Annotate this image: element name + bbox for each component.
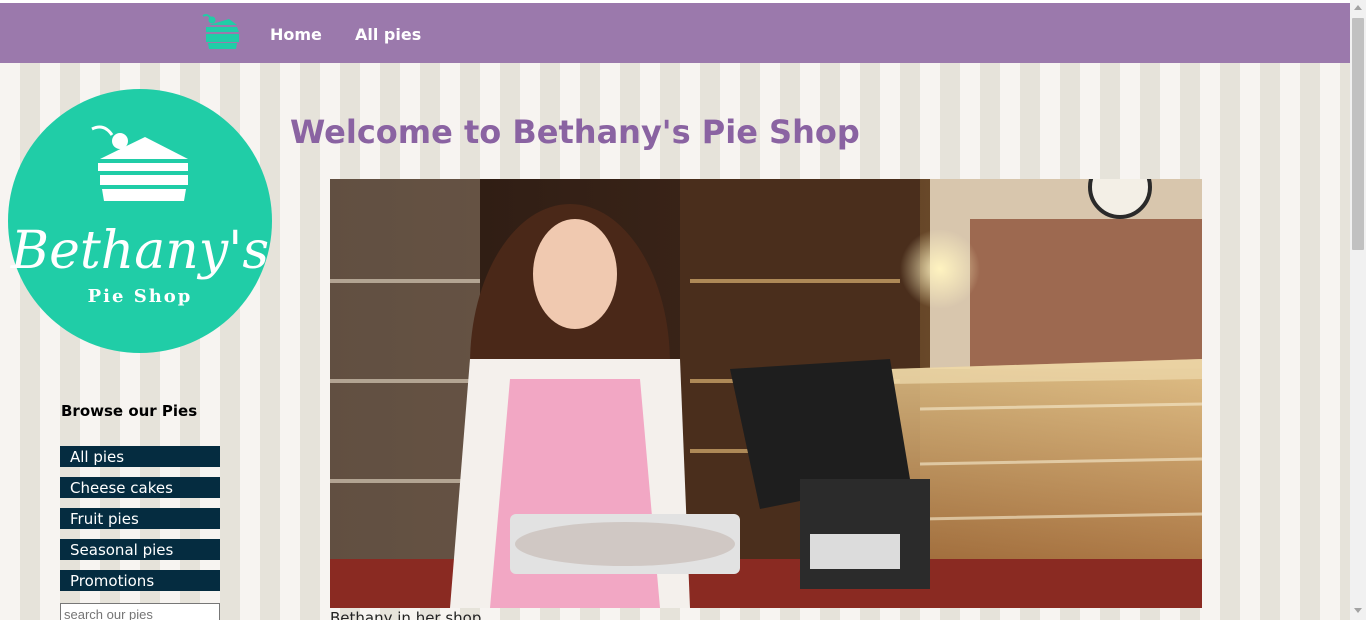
scroll-thumb[interactable]: [1352, 18, 1364, 250]
hero-caption: Bethany in her shop: [330, 609, 482, 620]
nav-home-link[interactable]: Home: [270, 25, 322, 44]
scroll-down-icon[interactable]: [1354, 608, 1362, 613]
top-navbar: Home All pies: [0, 3, 1350, 63]
pie-slice-icon[interactable]: [199, 11, 245, 51]
vertical-scrollbar[interactable]: [1350, 0, 1366, 620]
logo-tagline: Pie Shop: [87, 286, 193, 307]
search-input[interactable]: [60, 603, 220, 620]
logo-name: Bethany's: [10, 221, 270, 281]
nav-all-pies-link[interactable]: All pies: [355, 25, 421, 44]
page-title: Welcome to Bethany's Pie Shop: [290, 113, 860, 151]
scroll-up-icon[interactable]: [1354, 5, 1362, 10]
shop-logo[interactable]: Bethany's Pie Shop: [8, 89, 272, 353]
category-seasonal-pies[interactable]: Seasonal pies: [60, 539, 220, 560]
cake-slice-icon: [91, 125, 188, 201]
category-promotions[interactable]: Promotions: [60, 570, 220, 591]
hero-image: [330, 179, 1202, 608]
category-cheese-cakes[interactable]: Cheese cakes: [60, 477, 220, 498]
category-all-pies[interactable]: All pies: [60, 446, 220, 467]
category-fruit-pies[interactable]: Fruit pies: [60, 508, 220, 529]
browse-heading: Browse our Pies: [61, 402, 198, 420]
